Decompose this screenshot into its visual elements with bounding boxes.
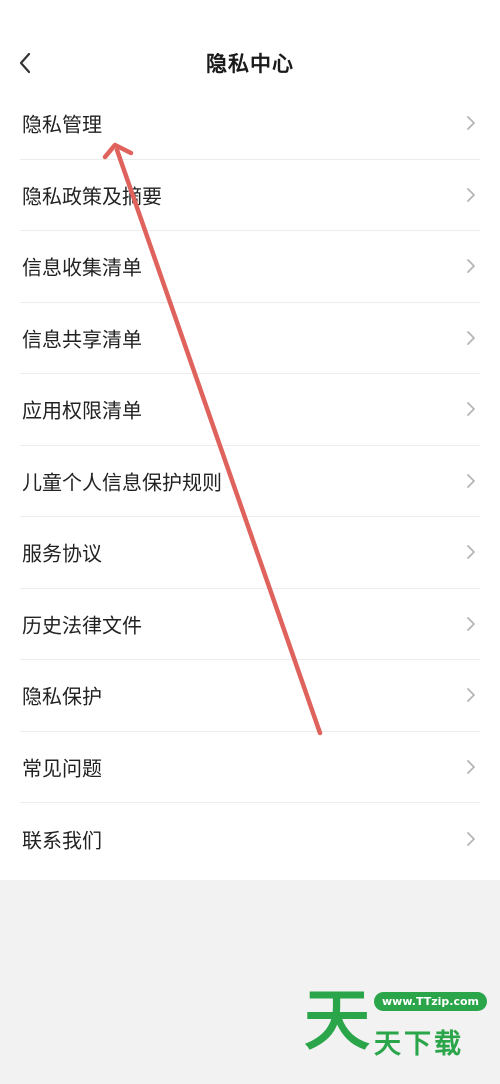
chevron-right-icon — [466, 401, 476, 417]
chevron-right-icon — [466, 616, 476, 632]
watermark-url: www.TTzip.com — [374, 992, 487, 1011]
chevron-right-icon — [466, 258, 476, 274]
menu-item-privacy-protection[interactable]: 隐私保护 — [20, 660, 480, 732]
chevron-right-icon — [466, 330, 476, 346]
menu-item-label: 信息共享清单 — [22, 327, 142, 352]
watermark-text: 天下载 — [374, 1029, 464, 1060]
chevron-right-icon — [466, 687, 476, 703]
menu-item-label: 应用权限清单 — [22, 398, 142, 423]
menu-item-label: 联系我们 — [22, 828, 102, 853]
menu-item-label: 服务协议 — [22, 541, 102, 566]
menu-item-service-agreement[interactable]: 服务协议 — [20, 517, 480, 589]
menu-item-info-collection-list[interactable]: 信息收集清单 — [20, 231, 480, 303]
menu-item-label: 隐私政策及摘要 — [22, 184, 162, 209]
menu-item-privacy-policy-summary[interactable]: 隐私政策及摘要 — [20, 160, 480, 231]
settings-panel: 隐私中心 隐私管理 隐私政策及摘要 信息收集清单 信息共享清单 应用权限清单 儿… — [0, 0, 500, 880]
menu-item-app-permissions-list[interactable]: 应用权限清单 — [20, 374, 480, 446]
menu-item-faq[interactable]: 常见问题 — [20, 732, 480, 803]
chevron-right-icon — [466, 544, 476, 560]
site-watermark-logo: 天 www.TTzip.com 天下载 — [304, 982, 490, 1060]
menu-item-label: 隐私管理 — [22, 112, 102, 137]
watermark-big-char: 天 — [304, 982, 370, 1059]
menu-item-label: 历史法律文件 — [22, 613, 142, 638]
chevron-right-icon — [466, 759, 476, 775]
privacy-menu-list: 隐私管理 隐私政策及摘要 信息收集清单 信息共享清单 应用权限清单 儿童个人信息… — [20, 88, 480, 875]
menu-item-label: 儿童个人信息保护规则 — [22, 470, 222, 495]
nav-bar: 隐私中心 — [0, 0, 500, 88]
menu-item-contact-us[interactable]: 联系我们 — [20, 803, 480, 875]
menu-item-label: 常见问题 — [22, 756, 102, 781]
menu-item-children-privacy-rules[interactable]: 儿童个人信息保护规则 — [20, 446, 480, 517]
chevron-right-icon — [466, 831, 476, 847]
menu-item-privacy-management[interactable]: 隐私管理 — [20, 88, 480, 160]
menu-item-info-sharing-list[interactable]: 信息共享清单 — [20, 303, 480, 374]
page-title: 隐私中心 — [206, 52, 294, 76]
menu-item-label: 信息收集清单 — [22, 255, 142, 280]
menu-item-label: 隐私保护 — [22, 684, 102, 709]
chevron-right-icon — [466, 115, 476, 131]
menu-item-legal-history[interactable]: 历史法律文件 — [20, 589, 480, 660]
chevron-right-icon — [466, 473, 476, 489]
chevron-right-icon — [466, 187, 476, 203]
